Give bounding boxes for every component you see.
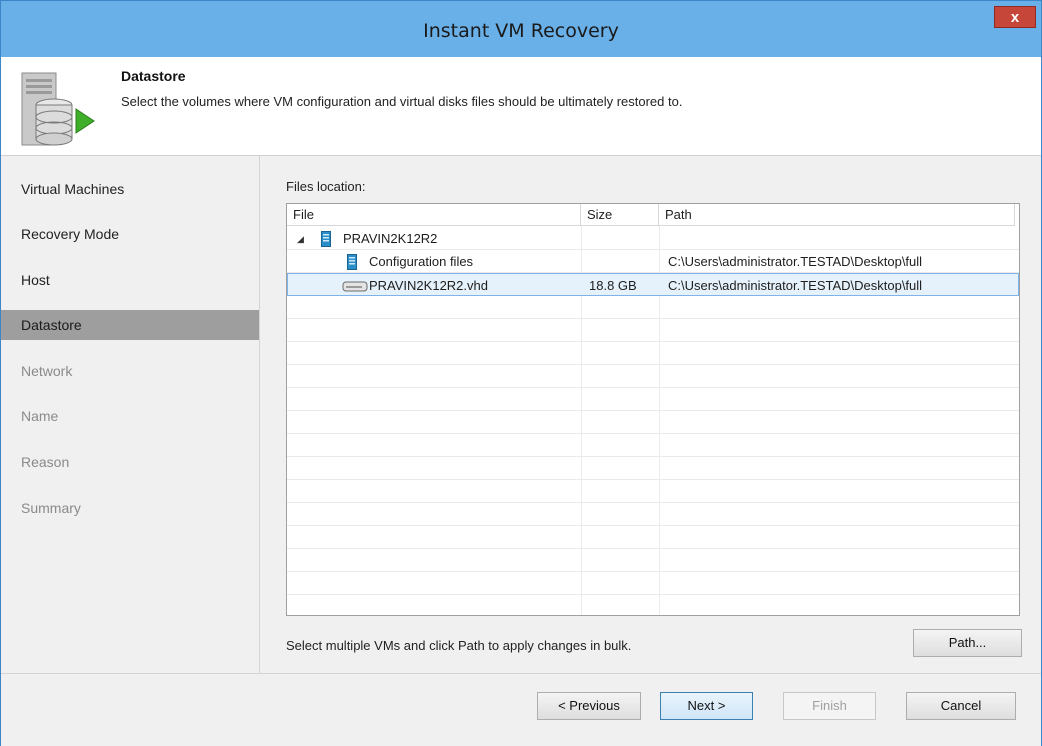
vhd-size: 18.8 GB (589, 278, 637, 293)
table-row-empty (287, 388, 1019, 411)
finish-button: Finish (783, 692, 876, 720)
vm-name: PRAVIN2K12R2 (343, 231, 438, 246)
datastore-icon (21, 72, 95, 146)
table-row-empty (287, 503, 1019, 526)
files-location-table[interactable]: File Size Path ◢ PRAVIN2K12R2 Configurat… (286, 203, 1020, 616)
nav-item-network: Network (21, 363, 73, 379)
table-row-empty (287, 365, 1019, 388)
expand-collapse-icon[interactable]: ◢ (297, 228, 304, 251)
nav-item-virtual-machines[interactable]: Virtual Machines (1, 174, 259, 204)
table-row-empty (287, 480, 1019, 503)
table-row-empty (287, 434, 1019, 457)
table-row-empty (287, 296, 1019, 319)
config-file-icon (347, 254, 357, 270)
table-row-empty (287, 572, 1019, 595)
previous-button[interactable]: < Previous (537, 692, 641, 720)
window-title: Instant VM Recovery (423, 20, 619, 42)
table-row-vm[interactable]: ◢ PRAVIN2K12R2 (287, 227, 1019, 250)
step-title: Datastore (121, 68, 186, 84)
main-panel: Files location: File Size Path ◢ PRAVIN2… (260, 156, 1041, 673)
nav-item-summary: Summary (21, 500, 81, 516)
title-bar: Instant VM Recovery x (1, 1, 1041, 57)
table-row-empty (287, 319, 1019, 342)
table-row-empty (287, 549, 1019, 572)
wizard-footer: < Previous Next > Finish Cancel (1, 673, 1041, 746)
nav-item-reason: Reason (21, 454, 70, 470)
disk-icon (342, 281, 368, 292)
wizard-window: Instant VM Recovery x Datastore Select t… (0, 0, 1042, 746)
table-row-empty (287, 457, 1019, 480)
step-description: Select the volumes where VM configuratio… (121, 94, 683, 109)
table-row-empty (287, 342, 1019, 365)
next-button[interactable]: Next > (660, 692, 753, 720)
vhd-name: PRAVIN2K12R2.vhd (369, 278, 488, 293)
path-button[interactable]: Path... (913, 629, 1022, 657)
nav-item-recovery-mode[interactable]: Recovery Mode (1, 219, 259, 249)
table-row-config[interactable]: Configuration files C:\Users\administrat… (287, 250, 1019, 273)
config-files-path: C:\Users\administrator.TESTAD\Desktop\fu… (668, 254, 923, 269)
server-icon (321, 231, 331, 247)
column-header-size[interactable]: Size (581, 204, 659, 226)
column-header-path[interactable]: Path (659, 204, 1015, 226)
nav-item-name: Name (21, 408, 59, 424)
column-header-file[interactable]: File (287, 204, 581, 226)
files-location-label: Files location: (286, 179, 366, 194)
close-button[interactable]: x (994, 6, 1036, 28)
step-header: Datastore Select the volumes where VM co… (1, 57, 1041, 156)
vhd-path: C:\Users\administrator.TESTAD\Desktop\fu… (668, 278, 923, 293)
nav-item-host[interactable]: Host (1, 265, 259, 295)
table-row-empty (287, 526, 1019, 549)
nav-item-datastore[interactable]: Datastore (1, 310, 259, 340)
wizard-steps-nav: Virtual Machines Recovery Mode Host Data… (1, 156, 260, 673)
table-row-empty (287, 411, 1019, 434)
cancel-button[interactable]: Cancel (906, 692, 1016, 720)
config-files-name: Configuration files (369, 254, 474, 269)
bulk-change-hint: Select multiple VMs and click Path to ap… (286, 638, 632, 653)
table-row-vhd-selected[interactable]: PRAVIN2K12R2.vhd 18.8 GB C:\Users\admini… (287, 273, 1019, 296)
